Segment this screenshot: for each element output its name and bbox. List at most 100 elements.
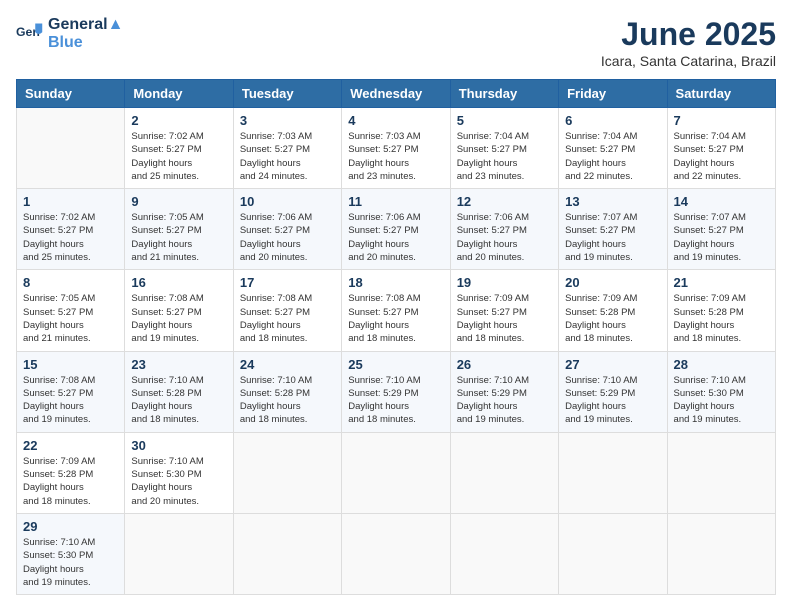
day-info: Sunrise: 7:04 AM Sunset: 5:27 PM Dayligh… xyxy=(457,130,552,183)
day-number: 12 xyxy=(457,194,552,209)
column-header-wednesday: Wednesday xyxy=(342,80,450,108)
column-header-monday: Monday xyxy=(125,80,233,108)
calendar-cell xyxy=(450,513,558,594)
page-header: Gen General▲ Blue June 2025 Icara, Santa… xyxy=(16,16,776,69)
calendar-cell: 9 Sunrise: 7:05 AM Sunset: 5:27 PM Dayli… xyxy=(125,189,233,270)
day-number: 3 xyxy=(240,113,335,128)
day-info: Sunrise: 7:02 AM Sunset: 5:27 PM Dayligh… xyxy=(23,211,118,264)
calendar-cell: 25 Sunrise: 7:10 AM Sunset: 5:29 PM Dayl… xyxy=(342,351,450,432)
calendar-cell: 6 Sunrise: 7:04 AM Sunset: 5:27 PM Dayli… xyxy=(559,108,667,189)
day-info: Sunrise: 7:10 AM Sunset: 5:29 PM Dayligh… xyxy=(457,374,552,427)
day-number: 24 xyxy=(240,357,335,372)
day-number: 29 xyxy=(23,519,118,534)
calendar-cell xyxy=(667,513,775,594)
day-number: 30 xyxy=(131,438,226,453)
calendar-cell: 29 Sunrise: 7:10 AM Sunset: 5:30 PM Dayl… xyxy=(17,513,125,594)
column-header-sunday: Sunday xyxy=(17,80,125,108)
day-info: Sunrise: 7:08 AM Sunset: 5:27 PM Dayligh… xyxy=(131,292,226,345)
calendar-cell xyxy=(342,513,450,594)
day-number: 13 xyxy=(565,194,660,209)
day-info: Sunrise: 7:03 AM Sunset: 5:27 PM Dayligh… xyxy=(240,130,335,183)
day-info: Sunrise: 7:09 AM Sunset: 5:27 PM Dayligh… xyxy=(457,292,552,345)
day-info: Sunrise: 7:07 AM Sunset: 5:27 PM Dayligh… xyxy=(565,211,660,264)
day-number: 14 xyxy=(674,194,769,209)
day-info: Sunrise: 7:10 AM Sunset: 5:29 PM Dayligh… xyxy=(565,374,660,427)
day-info: Sunrise: 7:02 AM Sunset: 5:27 PM Dayligh… xyxy=(131,130,226,183)
day-number: 15 xyxy=(23,357,118,372)
calendar-cell: 13 Sunrise: 7:07 AM Sunset: 5:27 PM Dayl… xyxy=(559,189,667,270)
day-number: 11 xyxy=(348,194,443,209)
calendar-cell xyxy=(233,513,341,594)
calendar-cell: 19 Sunrise: 7:09 AM Sunset: 5:27 PM Dayl… xyxy=(450,270,558,351)
column-header-tuesday: Tuesday xyxy=(233,80,341,108)
day-number: 22 xyxy=(23,438,118,453)
day-number: 8 xyxy=(23,275,118,290)
calendar-cell: 3 Sunrise: 7:03 AM Sunset: 5:27 PM Dayli… xyxy=(233,108,341,189)
day-number: 18 xyxy=(348,275,443,290)
column-header-friday: Friday xyxy=(559,80,667,108)
calendar-cell xyxy=(17,108,125,189)
day-info: Sunrise: 7:10 AM Sunset: 5:30 PM Dayligh… xyxy=(674,374,769,427)
month-title: June 2025 xyxy=(601,16,776,53)
calendar-cell: 1 Sunrise: 7:02 AM Sunset: 5:27 PM Dayli… xyxy=(17,189,125,270)
day-number: 25 xyxy=(348,357,443,372)
calendar-cell: 15 Sunrise: 7:08 AM Sunset: 5:27 PM Dayl… xyxy=(17,351,125,432)
calendar-cell: 10 Sunrise: 7:06 AM Sunset: 5:27 PM Dayl… xyxy=(233,189,341,270)
day-info: Sunrise: 7:09 AM Sunset: 5:28 PM Dayligh… xyxy=(565,292,660,345)
day-info: Sunrise: 7:10 AM Sunset: 5:30 PM Dayligh… xyxy=(23,536,118,589)
day-info: Sunrise: 7:04 AM Sunset: 5:27 PM Dayligh… xyxy=(674,130,769,183)
calendar-cell: 23 Sunrise: 7:10 AM Sunset: 5:28 PM Dayl… xyxy=(125,351,233,432)
day-number: 26 xyxy=(457,357,552,372)
calendar-cell: 17 Sunrise: 7:08 AM Sunset: 5:27 PM Dayl… xyxy=(233,270,341,351)
calendar-cell: 5 Sunrise: 7:04 AM Sunset: 5:27 PM Dayli… xyxy=(450,108,558,189)
day-number: 5 xyxy=(457,113,552,128)
day-number: 19 xyxy=(457,275,552,290)
day-info: Sunrise: 7:10 AM Sunset: 5:28 PM Dayligh… xyxy=(131,374,226,427)
logo-icon: Gen xyxy=(16,20,44,48)
day-info: Sunrise: 7:05 AM Sunset: 5:27 PM Dayligh… xyxy=(131,211,226,264)
calendar-cell: 14 Sunrise: 7:07 AM Sunset: 5:27 PM Dayl… xyxy=(667,189,775,270)
calendar-cell: 4 Sunrise: 7:03 AM Sunset: 5:27 PM Dayli… xyxy=(342,108,450,189)
day-info: Sunrise: 7:10 AM Sunset: 5:28 PM Dayligh… xyxy=(240,374,335,427)
calendar-cell xyxy=(450,432,558,513)
calendar-cell xyxy=(667,432,775,513)
calendar-cell: 16 Sunrise: 7:08 AM Sunset: 5:27 PM Dayl… xyxy=(125,270,233,351)
day-info: Sunrise: 7:08 AM Sunset: 5:27 PM Dayligh… xyxy=(348,292,443,345)
column-header-thursday: Thursday xyxy=(450,80,558,108)
day-info: Sunrise: 7:08 AM Sunset: 5:27 PM Dayligh… xyxy=(240,292,335,345)
day-number: 17 xyxy=(240,275,335,290)
column-header-saturday: Saturday xyxy=(667,80,775,108)
day-info: Sunrise: 7:06 AM Sunset: 5:27 PM Dayligh… xyxy=(457,211,552,264)
day-info: Sunrise: 7:10 AM Sunset: 5:30 PM Dayligh… xyxy=(131,455,226,508)
calendar-cell xyxy=(559,513,667,594)
day-number: 28 xyxy=(674,357,769,372)
calendar-cell: 8 Sunrise: 7:05 AM Sunset: 5:27 PM Dayli… xyxy=(17,270,125,351)
day-info: Sunrise: 7:09 AM Sunset: 5:28 PM Dayligh… xyxy=(23,455,118,508)
calendar-cell: 26 Sunrise: 7:10 AM Sunset: 5:29 PM Dayl… xyxy=(450,351,558,432)
calendar-cell: 28 Sunrise: 7:10 AM Sunset: 5:30 PM Dayl… xyxy=(667,351,775,432)
calendar-week-4: 15 Sunrise: 7:08 AM Sunset: 5:27 PM Dayl… xyxy=(17,351,776,432)
day-number: 2 xyxy=(131,113,226,128)
calendar-week-2: 1 Sunrise: 7:02 AM Sunset: 5:27 PM Dayli… xyxy=(17,189,776,270)
day-info: Sunrise: 7:10 AM Sunset: 5:29 PM Dayligh… xyxy=(348,374,443,427)
day-info: Sunrise: 7:06 AM Sunset: 5:27 PM Dayligh… xyxy=(240,211,335,264)
day-info: Sunrise: 7:05 AM Sunset: 5:27 PM Dayligh… xyxy=(23,292,118,345)
day-number: 1 xyxy=(23,194,118,209)
title-block: June 2025 Icara, Santa Catarina, Brazil xyxy=(601,16,776,69)
day-info: Sunrise: 7:08 AM Sunset: 5:27 PM Dayligh… xyxy=(23,374,118,427)
logo: Gen General▲ Blue xyxy=(16,16,123,52)
day-number: 16 xyxy=(131,275,226,290)
calendar-cell xyxy=(559,432,667,513)
calendar-cell: 21 Sunrise: 7:09 AM Sunset: 5:28 PM Dayl… xyxy=(667,270,775,351)
calendar-cell xyxy=(342,432,450,513)
day-info: Sunrise: 7:07 AM Sunset: 5:27 PM Dayligh… xyxy=(674,211,769,264)
day-number: 7 xyxy=(674,113,769,128)
calendar-cell: 24 Sunrise: 7:10 AM Sunset: 5:28 PM Dayl… xyxy=(233,351,341,432)
logo-text: General▲ Blue xyxy=(48,16,123,52)
location: Icara, Santa Catarina, Brazil xyxy=(601,53,776,69)
calendar-cell: 20 Sunrise: 7:09 AM Sunset: 5:28 PM Dayl… xyxy=(559,270,667,351)
calendar-cell: 7 Sunrise: 7:04 AM Sunset: 5:27 PM Dayli… xyxy=(667,108,775,189)
day-number: 4 xyxy=(348,113,443,128)
day-info: Sunrise: 7:04 AM Sunset: 5:27 PM Dayligh… xyxy=(565,130,660,183)
day-number: 10 xyxy=(240,194,335,209)
